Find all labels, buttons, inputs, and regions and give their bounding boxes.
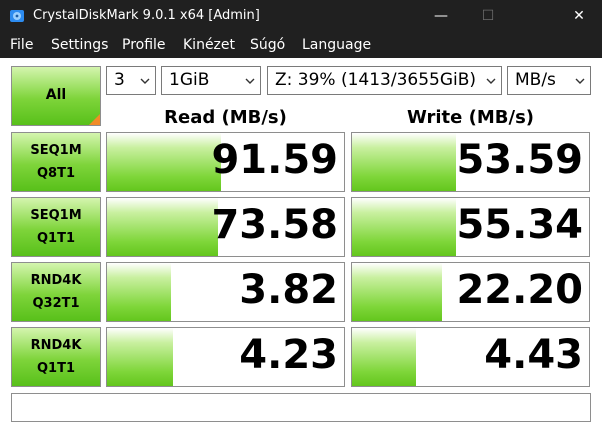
write-speed-bar <box>352 198 457 256</box>
menu-help[interactable]: Súgó <box>250 37 285 53</box>
window-title: CrystalDiskMark 9.0.1 x64 [Admin] <box>33 8 260 23</box>
crystaldiskmark-disk-icon <box>10 10 24 22</box>
minimize-button[interactable]: — <box>418 0 464 32</box>
write-speed-bar <box>352 133 457 191</box>
read-speed-bar <box>107 133 221 191</box>
write-speed-value: 53.59 <box>456 137 583 183</box>
write-result-rnd4k-q32t1: 22.20 <box>351 262 590 322</box>
test-params: Q32T1 <box>32 296 80 311</box>
read-result-rnd4k-q1t1: 4.23 <box>106 327 345 387</box>
chevron-down-icon <box>575 78 585 84</box>
menu-theme[interactable]: Kinézet <box>183 37 235 53</box>
test-rnd4k-q1t1-button[interactable]: RND4K Q1T1 <box>11 327 101 387</box>
write-speed-value: 22.20 <box>456 267 583 313</box>
read-speed-value: 3.82 <box>239 267 338 313</box>
test-name: SEQ1M <box>30 208 82 223</box>
read-speed-bar <box>107 263 171 321</box>
read-result-seq1m-q8t1: 91.59 <box>106 132 345 192</box>
drive-value: Z: 39% (1413/3655GiB) <box>275 70 477 90</box>
write-speed-bar <box>352 263 443 321</box>
test-name: SEQ1M <box>30 143 82 158</box>
title-bar: CrystalDiskMark 9.0.1 x64 [Admin] — ☐ ✕ <box>0 0 602 32</box>
read-result-seq1m-q1t1: 73.58 <box>106 197 345 257</box>
write-speed-value: 55.34 <box>456 202 583 248</box>
chevron-down-icon <box>486 78 496 84</box>
write-result-rnd4k-q1t1: 4.43 <box>351 327 590 387</box>
test-seq1m-q1t1-button[interactable]: SEQ1M Q1T1 <box>11 197 101 257</box>
chevron-down-icon <box>140 78 150 84</box>
test-count-select[interactable]: 3 <box>106 66 156 95</box>
read-column-header: Read (MB/s) <box>164 107 287 128</box>
test-count-value: 3 <box>114 70 125 90</box>
test-name: RND4K <box>30 273 82 288</box>
write-speed-value: 4.43 <box>484 332 583 378</box>
benchmark-panel: All 3 1GiB Z: 39% (1413/3655GiB) MB/s Re… <box>0 58 602 433</box>
menu-language[interactable]: Language <box>302 37 371 53</box>
write-result-seq1m-q8t1: 53.59 <box>351 132 590 192</box>
corner-indicator <box>89 114 100 125</box>
write-speed-bar <box>352 328 416 386</box>
test-params: Q8T1 <box>36 166 75 181</box>
close-button[interactable]: ✕ <box>556 0 602 32</box>
test-params: Q1T1 <box>36 231 75 246</box>
test-name: RND4K <box>30 338 82 353</box>
maximize-button[interactable]: ☐ <box>465 0 511 32</box>
test-seq1m-q8t1-button[interactable]: SEQ1M Q8T1 <box>11 132 101 192</box>
read-speed-value: 73.58 <box>211 202 338 248</box>
test-rnd4k-q32t1-button[interactable]: RND4K Q32T1 <box>11 262 101 322</box>
read-speed-bar <box>107 198 219 256</box>
read-speed-value: 4.23 <box>239 332 338 378</box>
menu-bar: File Settings Profile Kinézet Súgó Langu… <box>0 32 602 58</box>
test-size-select[interactable]: 1GiB <box>161 66 261 95</box>
unit-value: MB/s <box>515 70 556 90</box>
write-column-header: Write (MB/s) <box>406 107 535 128</box>
chevron-down-icon <box>245 78 255 84</box>
drive-select[interactable]: Z: 39% (1413/3655GiB) <box>267 66 502 95</box>
test-params: Q1T1 <box>36 361 75 376</box>
menu-settings[interactable]: Settings <box>51 37 108 53</box>
test-size-value: 1GiB <box>169 70 210 90</box>
read-result-rnd4k-q32t1: 3.82 <box>106 262 345 322</box>
run-all-label: All <box>45 87 67 103</box>
comment-field[interactable] <box>11 393 591 422</box>
run-all-button[interactable]: All <box>11 66 101 126</box>
menu-profile[interactable]: Profile <box>122 37 166 53</box>
menu-file[interactable]: File <box>10 37 33 53</box>
read-speed-value: 91.59 <box>211 137 338 183</box>
read-speed-bar <box>107 328 174 386</box>
unit-select[interactable]: MB/s <box>507 66 591 95</box>
write-result-seq1m-q1t1: 55.34 <box>351 197 590 257</box>
